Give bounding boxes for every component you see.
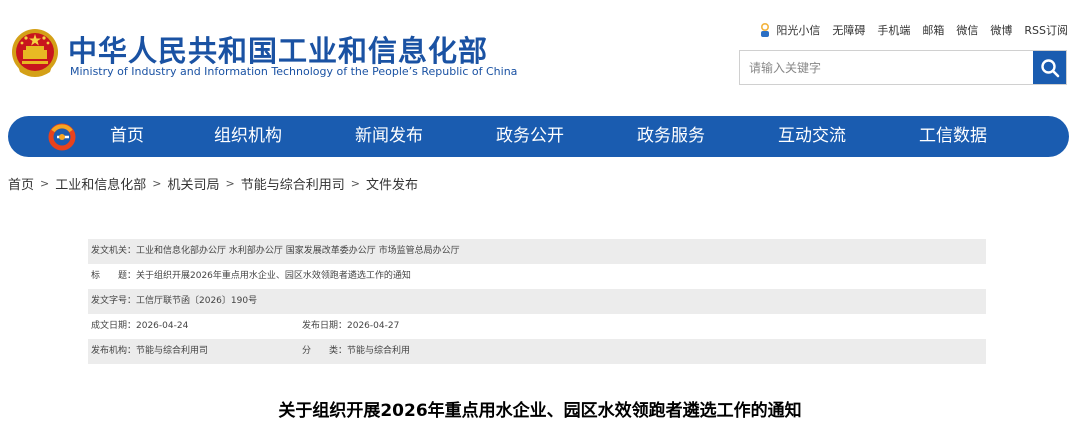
breadcrumb: 首页 > 工业和信息化部 > 机关司局 > 节能与综合利用司 > 文件发布 (8, 174, 418, 193)
top-link-weibo[interactable]: 微博 (990, 22, 1012, 38)
top-links: 阳光小信 无障碍 手机端 邮箱 微信 微博 RSS订阅 (746, 22, 1068, 38)
search-input[interactable] (740, 51, 1034, 84)
info-row-dates: 成文日期：2026-04-24 发布日期：2026-04-27 (88, 314, 986, 339)
main-nav: 首页 组织机构 新闻发布 政务公开 政务服务 互动交流 工信数据 (8, 116, 1069, 157)
nav-item-organization[interactable]: 组织机构 (214, 116, 282, 157)
search-box (739, 50, 1067, 85)
info-category: 分 类：节能与综合利用 (302, 346, 411, 356)
top-link-sunshine[interactable]: 阳光小信 (758, 22, 820, 38)
search-icon (1040, 58, 1059, 77)
breadcrumb-energy-dept[interactable]: 节能与综合利用司 (241, 174, 345, 193)
info-publish-date: 发布日期：2026-04-27 (302, 321, 400, 331)
chevron-right-icon: > (350, 177, 360, 190)
info-title: 标 题：关于组织开展2026年重点用水企业、园区水效领跑者遴选工作的通知 (91, 271, 411, 281)
document-info-table: 发文机关：工业和信息化部办公厅 水利部办公厅 国家发展改革委办公厅 市场监管总局… (88, 239, 986, 364)
top-link-sunshine-label: 阳光小信 (776, 24, 821, 37)
site-header: 中华人民共和国工业和信息化部 Ministry of Industry and … (0, 0, 1080, 112)
top-link-wechat[interactable]: 微信 (956, 22, 978, 38)
sunshine-mascot-icon (761, 23, 770, 37)
chevron-right-icon: > (225, 177, 235, 190)
nav-item-home[interactable]: 首页 (110, 116, 144, 157)
nav-item-news[interactable]: 新闻发布 (355, 116, 423, 157)
chevron-right-icon: > (40, 177, 50, 190)
info-issuer: 发文机关：工业和信息化部办公厅 水利部办公厅 国家发展改革委办公厅 市场监管总局… (91, 246, 460, 256)
nav-item-gov-services[interactable]: 政务服务 (637, 116, 705, 157)
info-row-publisher: 发布机构：节能与综合利用司 分 类：节能与综合利用 (88, 339, 986, 364)
chevron-right-icon: > (152, 177, 162, 190)
site-subtitle: Ministry of Industry and Information Tec… (70, 65, 518, 78)
top-link-accessibility[interactable]: 无障碍 (832, 22, 865, 38)
article-title: 关于组织开展2026年重点用水企业、园区水效领跑者遴选工作的通知 (278, 401, 802, 421)
national-emblem-icon[interactable] (10, 26, 60, 80)
search-button[interactable] (1033, 51, 1066, 84)
nav-item-data[interactable]: 工信数据 (919, 116, 987, 157)
info-publisher: 发布机构：节能与综合利用司 (91, 346, 209, 356)
breadcrumb-departments[interactable]: 机关司局 (167, 174, 219, 193)
breadcrumb-documents[interactable]: 文件发布 (366, 174, 418, 193)
info-doc-number: 发文字号：工信厅联节函〔2026〕190号 (91, 296, 258, 306)
top-link-mobile[interactable]: 手机端 (877, 22, 910, 38)
site-title[interactable]: 中华人民共和国工业和信息化部 (68, 28, 488, 70)
breadcrumb-ministry[interactable]: 工业和信息化部 (55, 174, 146, 193)
top-link-mail[interactable]: 邮箱 (922, 22, 944, 38)
top-link-rss[interactable]: RSS订阅 (1024, 22, 1068, 38)
miit-logo-icon[interactable] (47, 122, 77, 152)
nav-item-gov-affairs[interactable]: 政务公开 (496, 116, 564, 157)
info-row-title: 标 题：关于组织开展2026年重点用水企业、园区水效领跑者遴选工作的通知 (88, 264, 986, 289)
info-written-date: 成文日期：2026-04-24 (91, 321, 189, 331)
info-row-issuer: 发文机关：工业和信息化部办公厅 水利部办公厅 国家发展改革委办公厅 市场监管总局… (88, 239, 986, 264)
breadcrumb-home[interactable]: 首页 (8, 174, 34, 193)
nav-item-interaction[interactable]: 互动交流 (778, 116, 846, 157)
info-row-doc-number: 发文字号：工信厅联节函〔2026〕190号 (88, 289, 986, 314)
